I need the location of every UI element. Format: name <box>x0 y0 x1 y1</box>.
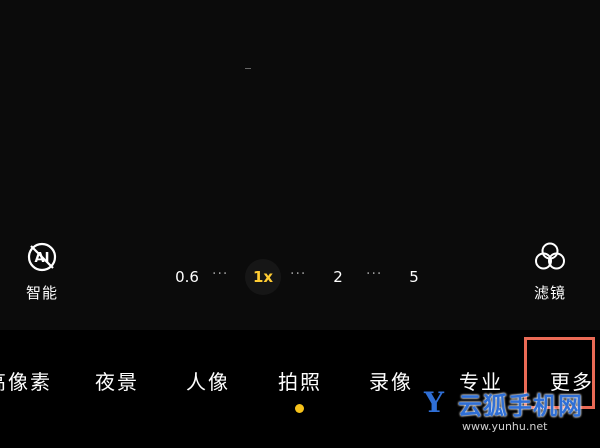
zoom-5[interactable]: 5 <box>404 268 424 286</box>
mode-photo[interactable]: 拍照 <box>278 366 322 395</box>
active-mode-indicator <box>295 404 304 413</box>
zoom-2[interactable]: 2 <box>328 268 348 286</box>
zoom-0.6[interactable]: 0.6 <box>172 268 202 286</box>
mode-night[interactable]: 夜景 <box>95 366 139 395</box>
mode-video[interactable]: 录像 <box>369 366 413 395</box>
watermark-brand: 云狐手机网 <box>458 392 583 420</box>
zoom-1x-selected[interactable]: 1x <box>245 259 281 295</box>
mode-high-pixel[interactable]: 高像素 <box>0 366 52 395</box>
site-watermark: Y 云狐手机网 www.yunhu.net <box>418 386 600 448</box>
watermark-logo: Y <box>424 386 444 419</box>
zoom-dots: ··· <box>290 266 307 282</box>
zoom-selector: 0.6 ··· 1x ··· 2 ··· 5 <box>0 259 600 295</box>
watermark-url: www.yunhu.net <box>462 420 548 433</box>
viewfinder-speck <box>245 68 251 69</box>
zoom-dots: ··· <box>212 266 229 282</box>
mode-portrait[interactable]: 人像 <box>186 366 230 395</box>
zoom-dots: ··· <box>366 266 383 282</box>
